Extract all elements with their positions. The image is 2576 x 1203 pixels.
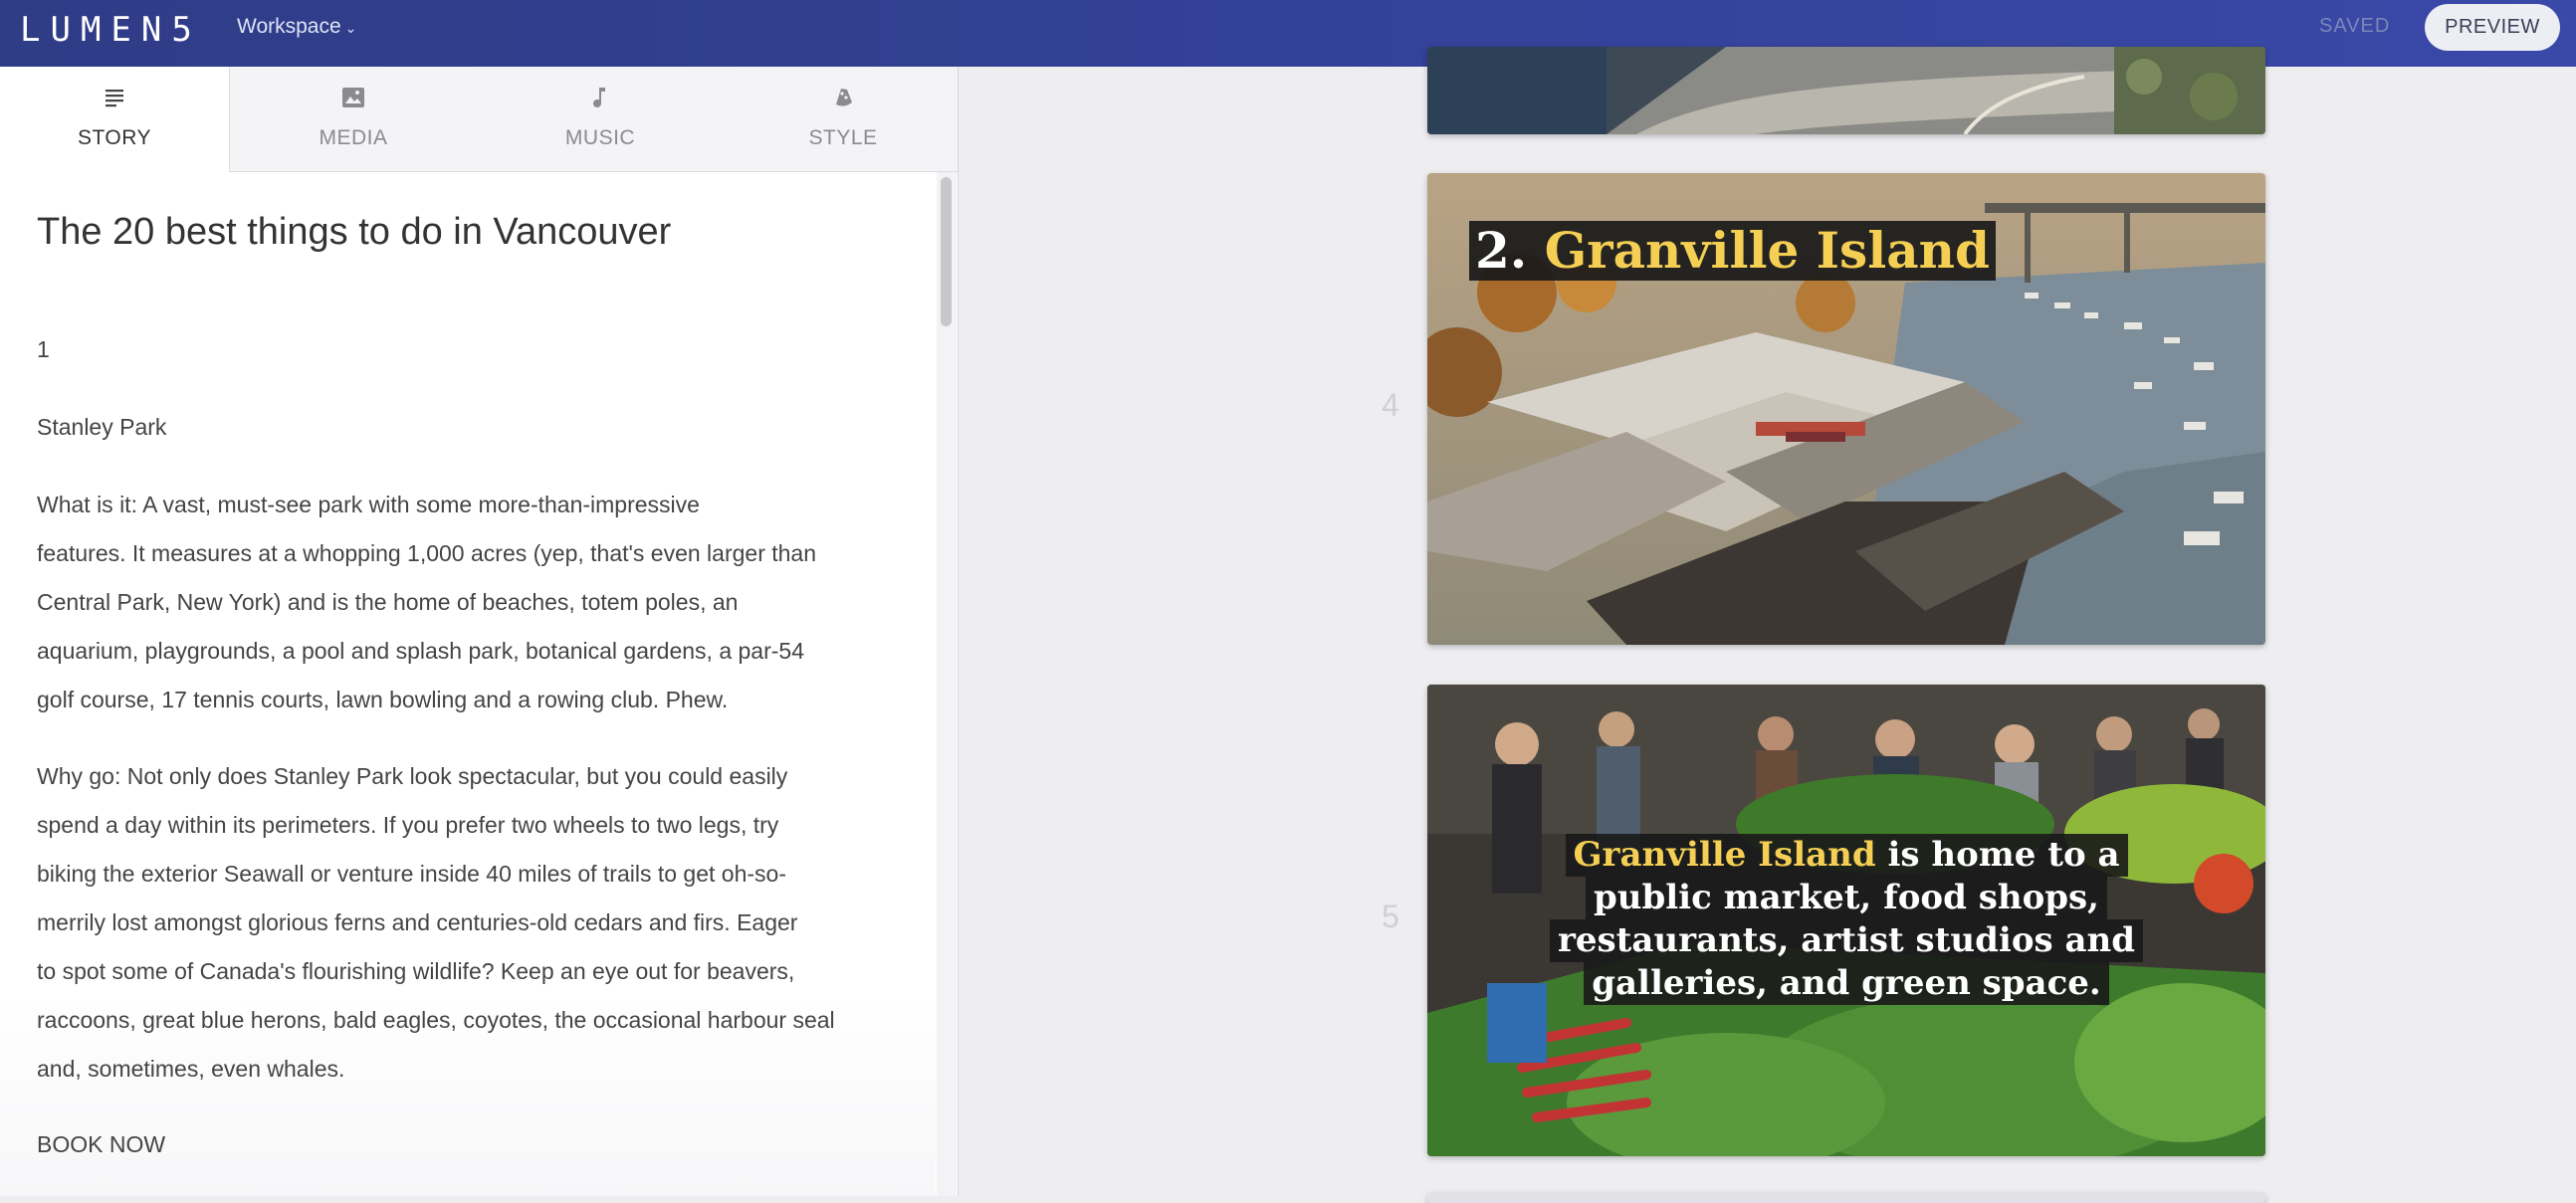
slide-title-caption: 2. Granville Island bbox=[1469, 221, 1996, 281]
story-editor[interactable]: The 20 best things to do in Vancouver 1 … bbox=[0, 172, 936, 1196]
text-line: merrily lost amongst glorious ferns and … bbox=[37, 909, 798, 935]
slide-list: 4 2. Granville Island 5 Granville Island… bbox=[959, 47, 2576, 1203]
caption-text: 2. bbox=[1475, 221, 1545, 280]
caption-highlight: Granville Island bbox=[1544, 221, 1990, 280]
editor-panel: STORY MEDIA MUSIC STYLE The 20 best thin… bbox=[0, 67, 959, 1196]
music-note-icon bbox=[593, 88, 605, 107]
save-status: SAVED bbox=[2319, 15, 2391, 37]
paragraph-what-is-it[interactable]: What is it: A vast, must-see park with s… bbox=[37, 481, 903, 724]
text-line: Central Park, New York) and is the home … bbox=[37, 589, 739, 615]
story-title[interactable]: The 20 best things to do in Vancouver bbox=[37, 208, 913, 256]
image-icon bbox=[342, 88, 364, 107]
palette-icon bbox=[836, 89, 852, 106]
caption-line: Granville Island is home to a bbox=[1565, 834, 2128, 877]
app-logo[interactable]: LUMEN5 bbox=[20, 8, 202, 52]
tab-music[interactable]: MUSIC bbox=[486, 67, 715, 171]
slide-image bbox=[1427, 47, 2265, 134]
paragraph-why-go[interactable]: Why go: Not only does Stanley Park look … bbox=[37, 752, 903, 1094]
text-line: spend a day within its perimeters. If yo… bbox=[37, 812, 779, 838]
workspace-label: Workspace bbox=[237, 15, 341, 38]
tab-style[interactable]: STYLE bbox=[729, 67, 958, 171]
tab-label: MEDIA bbox=[319, 126, 388, 149]
caption-line: galleries, and green space. bbox=[1584, 962, 2109, 1005]
tab-bar: STORY MEDIA MUSIC STYLE bbox=[0, 67, 958, 172]
tab-label: MUSIC bbox=[564, 126, 636, 149]
text-line: biking the exterior Seawall or venture i… bbox=[37, 861, 786, 887]
slide-4[interactable]: 2. Granville Island bbox=[1427, 173, 2265, 645]
tab-label: STYLE bbox=[808, 126, 878, 149]
paragraph-heading[interactable]: Stanley Park bbox=[37, 403, 903, 452]
text-line: aquarium, playgrounds, a pool and splash… bbox=[37, 638, 804, 664]
slide-6[interactable] bbox=[1427, 1193, 2265, 1203]
tab-label: STORY bbox=[77, 126, 152, 149]
slide-number: 4 bbox=[1382, 387, 1399, 423]
text-lines-icon bbox=[106, 90, 123, 107]
text-line: raccoons, great blue herons, bald eagles… bbox=[37, 1007, 835, 1033]
scrollbar[interactable] bbox=[937, 172, 957, 1196]
text-line: golf course, 17 tennis courts, lawn bowl… bbox=[37, 687, 729, 712]
preview-button[interactable]: PREVIEW bbox=[2425, 4, 2560, 51]
caption-text: is home to a bbox=[1875, 835, 2120, 875]
paragraph-book-now[interactable]: BOOK NOW bbox=[37, 1120, 903, 1169]
text-line: features. It measures at a whopping 1,00… bbox=[37, 540, 817, 566]
slide-5[interactable]: Granville Island is home to a public mar… bbox=[1427, 685, 2265, 1156]
slide-image bbox=[1427, 1193, 2265, 1203]
text-line: What is it: A vast, must-see park with s… bbox=[37, 492, 700, 517]
workspace-menu[interactable]: Workspace ⌄ bbox=[237, 14, 356, 41]
slide-body-caption: Granville Island is home to a public mar… bbox=[1427, 834, 2265, 1005]
chevron-down-icon: ⌄ bbox=[344, 20, 357, 36]
text-line: and, sometimes, even whales. bbox=[37, 1056, 345, 1082]
scrollbar-thumb[interactable] bbox=[941, 177, 952, 326]
tab-media[interactable]: MEDIA bbox=[239, 67, 468, 171]
text-line: Why go: Not only does Stanley Park look … bbox=[37, 763, 788, 789]
caption-line: restaurants, artist studios and bbox=[1549, 919, 2143, 962]
caption-highlight: Granville Island bbox=[1573, 835, 1876, 875]
paragraph-number[interactable]: 1 bbox=[37, 325, 903, 374]
slide-number: 5 bbox=[1382, 899, 1399, 934]
tab-story[interactable]: STORY bbox=[0, 67, 230, 172]
caption-line: public market, food shops, bbox=[1585, 877, 2107, 919]
slide-3[interactable] bbox=[1427, 47, 2265, 134]
text-line: to spot some of Canada's flourishing wil… bbox=[37, 958, 795, 984]
